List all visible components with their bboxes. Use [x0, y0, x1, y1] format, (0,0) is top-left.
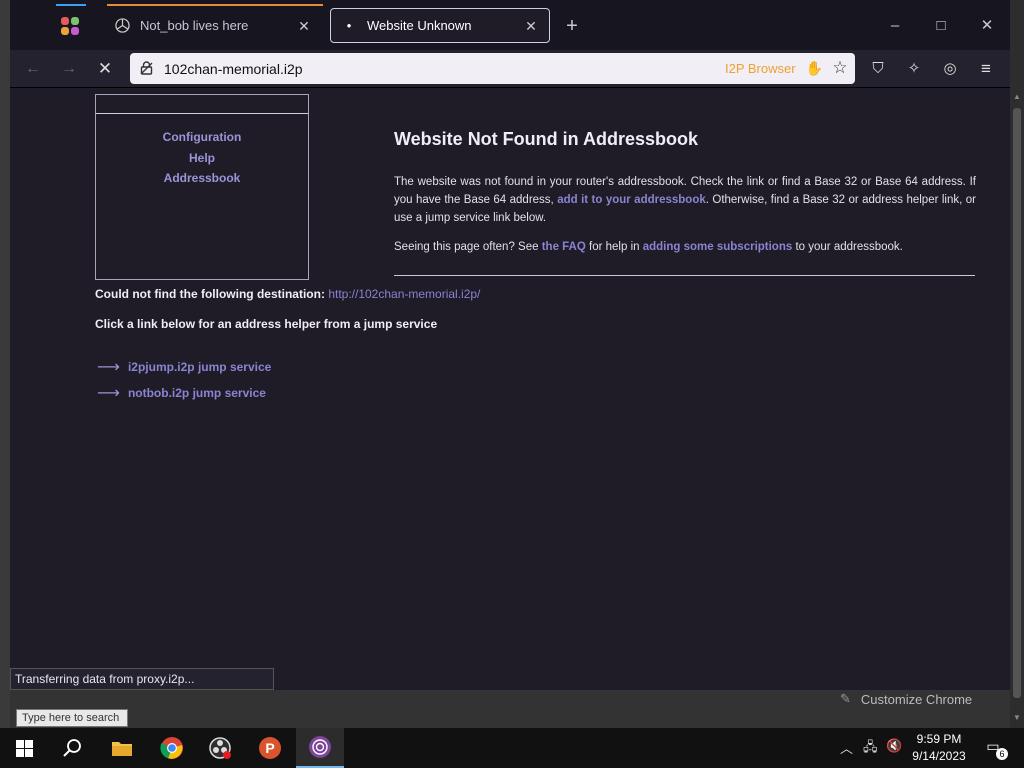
new-tab-button[interactable]: + — [560, 14, 584, 38]
tab-website-unknown[interactable]: • Website Unknown ✕ — [330, 8, 550, 43]
tab-menu-accent — [56, 4, 86, 6]
right-arrow-icon: ⟶ — [97, 359, 120, 376]
section-divider — [394, 275, 975, 276]
add-to-addressbook-link[interactable]: add it to your addressbook — [557, 194, 706, 206]
bookmark-star-icon[interactable]: ☆ — [831, 59, 849, 77]
windows-start-button[interactable] — [0, 728, 48, 768]
loading-dot-icon: • — [346, 18, 352, 33]
tab-list-menu-button[interactable] — [52, 10, 88, 42]
notification-center-icon[interactable]: ▭ 6 — [982, 738, 1008, 760]
tor-browser-icon[interactable] — [296, 728, 344, 768]
insecure-lock-icon[interactable] — [138, 60, 154, 77]
right-arrow-icon: ⟶ — [97, 385, 120, 402]
stop-loading-icon[interactable]: ✕ — [94, 58, 116, 80]
i2pjump-link[interactable]: i2pjump.i2p jump service — [128, 360, 271, 374]
file-explorer-icon[interactable] — [98, 728, 146, 768]
extension-swirl-icon[interactable]: ◎ — [940, 59, 960, 79]
jump-intro-text: Click a link below for an address helper… — [95, 317, 438, 331]
not-found-explanation: The website was not found in your router… — [394, 173, 976, 227]
page-title: Website Not Found in Addressbook — [394, 129, 699, 149]
jump-service-item[interactable]: ⟶ i2pjump.i2p jump service — [97, 357, 271, 377]
search-tooltip: Type here to search — [16, 709, 128, 727]
back-arrow-icon[interactable]: ← — [22, 58, 44, 80]
scroll-up-arrow-icon[interactable]: ▲ — [1012, 92, 1022, 102]
magic-wand-icon[interactable]: ✧ — [904, 59, 924, 79]
scroll-thumb[interactable] — [1013, 108, 1021, 698]
tab-title: Website Unknown — [367, 18, 472, 33]
sidebar-divider — [96, 113, 308, 114]
pencil-icon: ✎ — [840, 691, 851, 706]
forward-arrow-icon[interactable]: → — [58, 58, 80, 80]
mercedes-star-icon — [114, 18, 130, 34]
i2p-hand-icon: ✋ — [805, 60, 823, 76]
jump-service-item[interactable]: ⟶ notbob.i2p jump service — [97, 383, 266, 403]
faq-hint: Seeing this page often? See the FAQ for … — [394, 238, 976, 256]
shield-icon[interactable]: ⛉ — [868, 59, 888, 79]
faq-link[interactable]: the FAQ — [542, 241, 586, 253]
status-bar: Transferring data from proxy.i2p... — [10, 668, 274, 690]
sidebar-link-addressbook[interactable]: Addressbook — [96, 168, 308, 189]
page-content: Configuration Help Addressbook Website N… — [10, 89, 1010, 690]
router-sidebar: Configuration Help Addressbook — [95, 94, 309, 280]
desktop-left-edge — [0, 0, 10, 728]
navigation-bar: ← → ✕ 102chan-memorial.i2p I2P Browser ✋… — [10, 50, 1010, 88]
scroll-down-arrow-icon[interactable]: ▼ — [1012, 713, 1022, 723]
multicolor-grid-icon — [61, 17, 79, 35]
windows-logo-icon — [15, 739, 33, 757]
text-segment: Seeing this page often? See — [394, 241, 539, 253]
tab-title: Not_bob lives here — [140, 18, 249, 33]
obs-icon[interactable] — [196, 728, 244, 768]
customize-chrome-button[interactable]: ✎ Customize Chrome — [828, 688, 1006, 710]
system-clock[interactable]: 9:59 PM 9/14/2023 — [910, 731, 968, 765]
tab-close-icon[interactable]: ✕ — [296, 18, 312, 34]
tab-loading-accent — [107, 4, 323, 6]
clock-date: 9/14/2023 — [912, 749, 966, 763]
destination-url-link[interactable]: http://102chan-memorial.i2p/ — [328, 287, 480, 301]
search-icon[interactable] — [48, 728, 96, 768]
close-window-button[interactable]: ✕ — [975, 14, 999, 38]
chrome-icon[interactable] — [148, 728, 196, 768]
hamburger-menu-icon[interactable]: ≡ — [976, 59, 996, 79]
page-scrollbar[interactable]: ▲ ▼ — [1010, 0, 1024, 728]
network-icon[interactable]: 🖧 — [863, 738, 878, 760]
sidebar-link-configuration[interactable]: Configuration — [96, 127, 308, 148]
url-text[interactable]: 102chan-memorial.i2p — [164, 61, 725, 77]
destination-label: Could not find the following destination… — [95, 287, 325, 301]
app-p-icon[interactable]: P — [246, 728, 294, 768]
sidebar-links: Configuration Help Addressbook — [96, 127, 308, 189]
tab-strip: Not_bob lives here ✕ • Website Unknown ✕… — [10, 0, 1010, 50]
volume-muted-icon[interactable]: 🔇 — [886, 738, 902, 754]
browser-window: Not_bob lives here ✕ • Website Unknown ✕… — [10, 0, 1010, 690]
minimize-button[interactable]: – — [883, 14, 907, 38]
subscriptions-link[interactable]: adding some subscriptions — [643, 241, 793, 253]
show-hidden-icons-chevron-icon[interactable]: ︿ — [840, 738, 853, 757]
destination-line: Could not find the following destination… — [95, 287, 480, 301]
clock-time: 9:59 PM — [916, 732, 962, 746]
svg-text:P: P — [265, 740, 274, 756]
notification-count: 6 — [996, 748, 1008, 760]
i2p-browser-label: I2P Browser — [724, 61, 796, 76]
address-bar[interactable]: 102chan-memorial.i2p I2P Browser ✋ ☆ — [130, 53, 855, 84]
customize-label: Customize Chrome — [860, 691, 973, 707]
tab-close-icon[interactable]: ✕ — [523, 18, 539, 34]
maximize-button[interactable]: □ — [929, 14, 953, 38]
text-segment: for help in — [589, 241, 640, 253]
notbob-link[interactable]: notbob.i2p jump service — [128, 386, 266, 400]
text-segment: to your addressbook. — [795, 241, 903, 253]
sidebar-link-help[interactable]: Help — [96, 148, 308, 169]
tab-not-bob[interactable]: Not_bob lives here ✕ — [104, 8, 322, 43]
